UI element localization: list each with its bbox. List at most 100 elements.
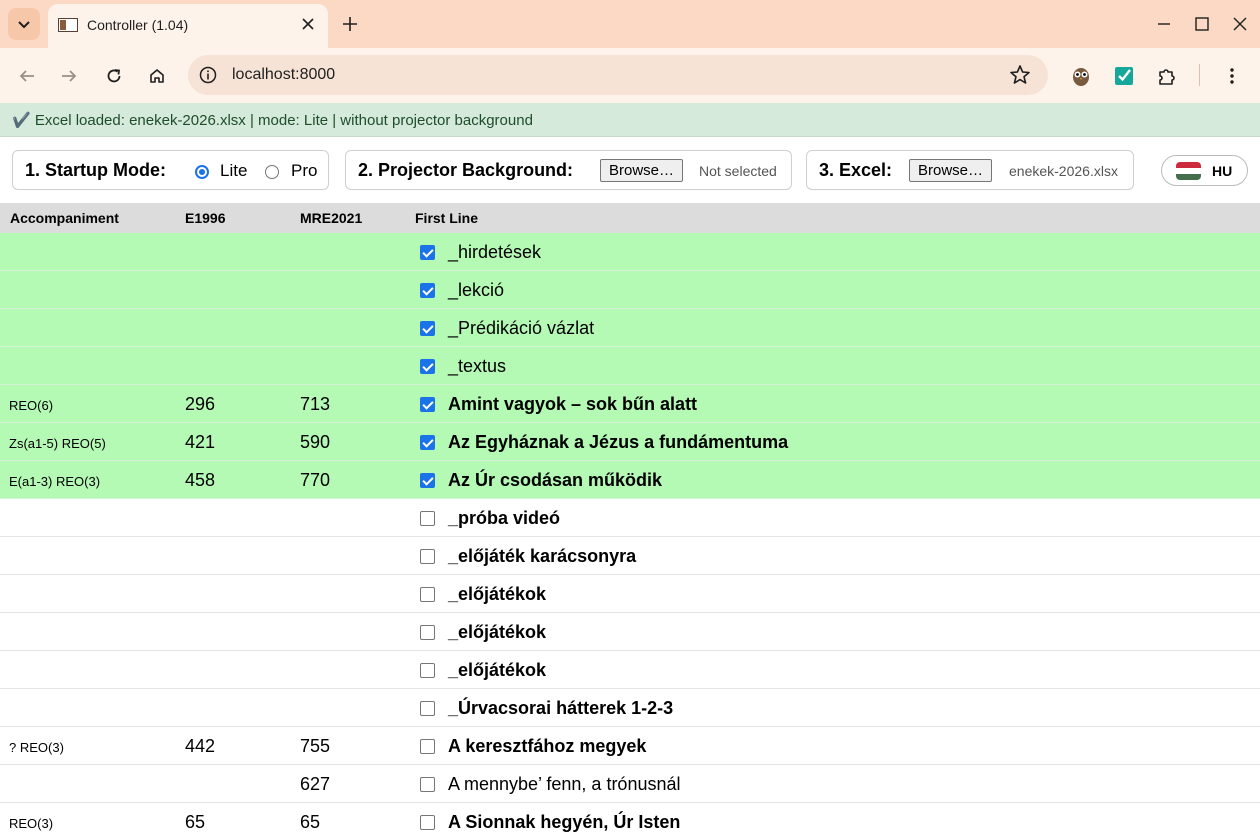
table-row[interactable]: _hirdetések (0, 233, 1260, 271)
first-line-cell[interactable]: _előjátékok (448, 660, 546, 681)
first-line-cell[interactable]: _előjátékok (448, 622, 546, 643)
column-header-mre2021[interactable]: MRE2021 (300, 210, 362, 226)
table-row[interactable]: _előjátékok (0, 575, 1260, 613)
first-line-cell[interactable]: _textus (448, 356, 506, 377)
table-row[interactable]: REO(6) 296 713 Amint vagyok – sok bűn alatt (0, 385, 1260, 423)
first-line-cell[interactable]: Az Egyháznak a Jézus a fundámentuma (448, 432, 788, 453)
back-button[interactable] (13, 62, 41, 90)
mode-pro-label[interactable]: Pro (291, 161, 317, 181)
select-song-checkbox[interactable] (420, 587, 435, 602)
tab-close-button[interactable] (298, 14, 318, 34)
table-row[interactable]: E(a1-3) REO(3) 458 770 Az Úr csodásan működ… (0, 461, 1260, 499)
first-line-cell[interactable]: Amint vagyok – sok bűn alatt (448, 394, 697, 415)
extensions-button[interactable] (1153, 62, 1181, 90)
browser-tabstrip: Controller (1.04) (0, 0, 1260, 48)
table-row[interactable]: 627 A mennybe’ fenn, a trónusnál (0, 765, 1260, 803)
first-line-cell[interactable]: _próba videó (448, 508, 560, 529)
new-tab-button[interactable] (338, 12, 362, 36)
accompaniment-cell: REO(6) (9, 398, 54, 413)
mode-pro-radio[interactable] (265, 165, 279, 179)
hungary-flag-icon (1176, 162, 1201, 180)
background-browse-button[interactable]: Browse… (600, 159, 684, 182)
table-row[interactable]: _textus (0, 347, 1260, 385)
owl-icon (1073, 68, 1089, 86)
address-bar[interactable]: localhost:8000 (188, 55, 1048, 95)
mre2021-cell: 770 (300, 470, 331, 490)
reload-button[interactable] (100, 62, 128, 90)
e1996-cell: 296 (185, 394, 216, 414)
tab-search-button[interactable] (8, 8, 40, 40)
browser-toolbar: localhost:8000 (0, 48, 1260, 103)
projector-background-group: 2. Projector Background: Browse… Not sel… (345, 150, 792, 190)
table-row[interactable]: _Úrvacsorai hátterek 1-2-3 (0, 689, 1260, 727)
home-button[interactable] (143, 62, 171, 90)
e1996-cell: 65 (185, 812, 206, 832)
column-header-accompaniment[interactable]: Accompaniment (10, 210, 119, 226)
select-song-checkbox[interactable] (420, 511, 435, 526)
first-line-cell[interactable]: _Úrvacsorai hátterek 1-2-3 (448, 698, 673, 719)
table-row[interactable]: _lekció (0, 271, 1260, 309)
mode-lite-label[interactable]: Lite (220, 161, 247, 181)
select-song-checkbox[interactable] (420, 473, 435, 488)
close-icon (302, 18, 314, 30)
accompaniment-cell: REO(3) (9, 816, 54, 831)
select-song-checkbox[interactable] (420, 321, 435, 336)
url-text[interactable]: localhost:8000 (232, 66, 335, 84)
mode-lite-radio[interactable] (195, 165, 209, 179)
controls-panel: 1. Startup Mode: Lite Pro 2. Projector B… (0, 138, 1260, 203)
table-row[interactable]: _előjáték karácsonyra (0, 537, 1260, 575)
table-row[interactable]: _próba videó (0, 499, 1260, 537)
select-song-checkbox[interactable] (420, 359, 435, 374)
arrow-left-icon (19, 70, 34, 82)
select-song-checkbox[interactable] (420, 397, 435, 412)
first-line-cell[interactable]: _hirdetések (448, 242, 541, 263)
first-line-cell[interactable]: _lekció (448, 280, 504, 301)
minimize-window-button[interactable] (1152, 12, 1176, 36)
first-line-cell[interactable]: _Prédikáció vázlat (448, 318, 594, 339)
excel-browse-button[interactable]: Browse… (909, 159, 993, 182)
bookmark-star-icon[interactable] (1008, 63, 1032, 87)
column-header-first-line[interactable]: First Line (415, 210, 478, 226)
startup-mode-label: 1. Startup Mode: (25, 160, 167, 180)
select-song-checkbox[interactable] (420, 625, 435, 640)
checklist-extension-button[interactable] (1110, 62, 1138, 90)
forward-button[interactable] (55, 62, 83, 90)
select-song-checkbox[interactable] (420, 663, 435, 678)
table-row[interactable]: _előjátékok (0, 651, 1260, 689)
accompaniment-cell: E(a1-3) REO(3) (9, 474, 101, 489)
first-line-cell[interactable]: _előjátékok (448, 584, 546, 605)
chevron-down-icon (18, 21, 30, 29)
projector-background-label: 2. Projector Background: (358, 160, 574, 180)
table-row[interactable]: _Prédikáció vázlat (0, 309, 1260, 347)
language-button[interactable]: HU (1161, 155, 1248, 186)
browser-menu-button[interactable] (1218, 62, 1246, 90)
table-header: Accompaniment E1996 MRE2021 First Line (0, 203, 1260, 233)
select-song-checkbox[interactable] (420, 701, 435, 716)
minimize-icon (1158, 23, 1170, 25)
table-row[interactable]: REO(3) 65 65 A Sionnak hegyén, Úr Isten (0, 803, 1260, 836)
select-song-checkbox[interactable] (420, 283, 435, 298)
column-header-e1996[interactable]: E1996 (185, 210, 225, 226)
first-line-cell[interactable]: _előjáték karácsonyra (448, 546, 636, 567)
select-song-checkbox[interactable] (420, 777, 435, 792)
first-line-cell[interactable]: A mennybe’ fenn, a trónusnál (448, 774, 681, 795)
select-song-checkbox[interactable] (420, 435, 435, 450)
close-window-button[interactable] (1228, 12, 1252, 36)
reload-icon (107, 69, 121, 83)
table-row[interactable]: _előjátékok (0, 613, 1260, 651)
table-row[interactable]: ? REO(3) 442 755 A keresztfához megyek (0, 727, 1260, 765)
info-icon[interactable] (198, 65, 218, 85)
first-line-cell[interactable]: A keresztfához megyek (448, 736, 646, 757)
browser-tab-active[interactable]: Controller (1.04) (48, 4, 328, 48)
table-row[interactable]: Zs(a1-5) REO(5) 421 590 Az Egyháznak a Jézu… (0, 423, 1260, 461)
select-song-checkbox[interactable] (420, 245, 435, 260)
select-song-checkbox[interactable] (420, 739, 435, 754)
first-line-cell[interactable]: Az Úr csodásan működik (448, 470, 662, 491)
maximize-window-button[interactable] (1190, 12, 1214, 36)
select-song-checkbox[interactable] (420, 549, 435, 564)
e1996-cell: 458 (185, 470, 216, 490)
owl-extension-button[interactable] (1067, 62, 1095, 90)
first-line-cell[interactable]: A Sionnak hegyén, Úr Isten (448, 812, 680, 833)
select-song-checkbox[interactable] (420, 815, 435, 830)
language-code: HU (1212, 163, 1233, 179)
